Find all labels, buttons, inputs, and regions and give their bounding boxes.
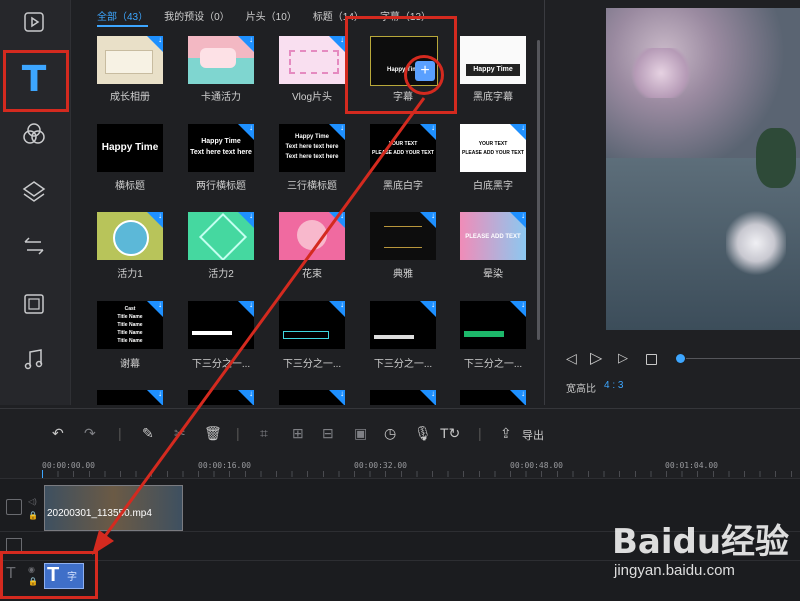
drag-arrow	[92, 97, 426, 555]
baidu-watermark-url: jingyan.baidu.com	[614, 562, 735, 579]
baidu-watermark-logo: Baidu经验	[612, 522, 790, 562]
